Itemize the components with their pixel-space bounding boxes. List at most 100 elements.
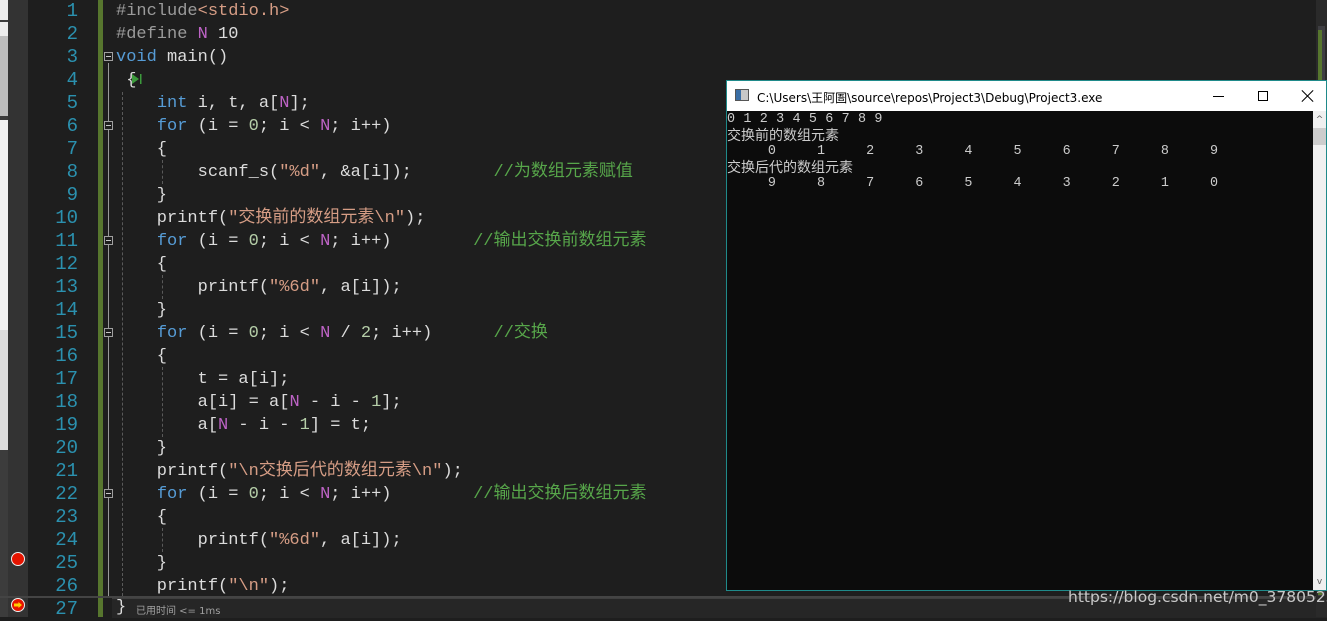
line-number: 3	[66, 46, 78, 68]
code-token: {	[116, 255, 168, 274]
code-token: 1	[371, 393, 382, 412]
code-token: "%d"	[279, 163, 321, 182]
line-number: 26	[55, 575, 78, 597]
code-line[interactable]: printf("%6d", a[i]);	[116, 529, 402, 552]
code-token: , a[i]);	[320, 278, 402, 297]
code-token: }	[116, 439, 168, 458]
minimize-button[interactable]	[1195, 81, 1241, 111]
line-number: 19	[55, 414, 78, 436]
code-token: );	[442, 462, 463, 481]
code-token: 0	[248, 117, 259, 136]
close-icon	[1302, 90, 1314, 102]
code-token: , a[i]);	[320, 531, 402, 550]
code-line[interactable]: void main()	[116, 46, 228, 69]
line-number: 1	[66, 0, 78, 22]
code-line[interactable]: int i, t, a[N];	[116, 92, 310, 115]
code-token: );	[269, 577, 290, 596]
console-window[interactable]: C:\Users\王阿圄\source\repos\Project3\Debug…	[726, 80, 1327, 591]
code-line[interactable]: for (i = 0; i < N; i++) //输出交换后数组元素	[116, 483, 647, 506]
toolbox-tab[interactable]	[0, 36, 8, 116]
code-token: //输出交换前数组元素	[473, 232, 647, 251]
code-line[interactable]: t = a[i];	[116, 368, 290, 391]
code-line[interactable]: {	[116, 345, 167, 368]
code-token: t = a[i];	[116, 370, 290, 389]
code-token: ; i <	[258, 324, 321, 343]
code-line[interactable]: printf("\n交换后代的数组元素\n");	[116, 460, 463, 483]
code-token: N	[197, 25, 208, 44]
line-number: 8	[66, 161, 78, 183]
code-line[interactable]: #define N 10	[116, 23, 238, 46]
close-button[interactable]	[1285, 81, 1327, 111]
code-line[interactable]: for (i = 0; i < N; i++) //输出交换前数组元素	[116, 230, 647, 253]
code-token: ; i <	[258, 232, 321, 251]
code-line[interactable]: {	[116, 253, 167, 276]
console-output[interactable]: 0 1 2 3 4 5 6 7 8 9 交换前的数组元素 0 1 2 3 4 5 …	[727, 111, 1313, 590]
code-token: 2	[360, 324, 372, 343]
code-line[interactable]: printf("%6d", a[i]);	[116, 276, 402, 299]
line-number: 20	[55, 437, 78, 459]
watermark: https://blog.csdn.net/m0_37805255	[1068, 588, 1327, 606]
breakpoint-icon[interactable]	[11, 552, 25, 566]
code-token: {	[116, 140, 168, 159]
code-line[interactable]: printf("交换前的数组元素\n");	[116, 207, 426, 230]
closing-brace: }	[116, 598, 127, 617]
code-token: <stdio.h>	[197, 2, 290, 21]
code-line[interactable]: for (i = 0; i < N / 2; i++) //交换	[116, 322, 548, 345]
scrollbar-thumb[interactable]	[1313, 128, 1326, 145]
toolbox-tab[interactable]	[0, 22, 8, 36]
line-number: 10	[55, 207, 78, 229]
line-number: 5	[66, 92, 78, 114]
code-line[interactable]: a[i] = a[N - i - 1];	[116, 391, 402, 414]
maximize-button[interactable]	[1240, 81, 1286, 111]
code-line[interactable]: }	[116, 552, 167, 575]
code-token: N	[320, 232, 331, 251]
collapse-icon[interactable]	[104, 328, 113, 337]
code-line[interactable]: }	[116, 437, 167, 460]
code-token: scanf_s(	[116, 163, 280, 182]
code-token: void	[116, 48, 157, 67]
line-number: 22	[55, 483, 78, 505]
line-number: 4	[66, 69, 78, 91]
console-scrollbar[interactable]: ^ v	[1313, 111, 1326, 590]
console-app-icon[interactable]	[735, 89, 749, 101]
console-title: C:\Users\王阿圄\source\repos\Project3\Debug…	[757, 91, 1103, 105]
collapse-icon[interactable]	[104, 121, 113, 130]
collapse-icon[interactable]	[104, 52, 113, 61]
maximize-icon	[1258, 91, 1268, 101]
current-statement-breakpoint-icon[interactable]	[11, 598, 25, 612]
code-token: printf(	[116, 577, 229, 596]
toolbox-tab[interactable]	[0, 120, 8, 330]
toolbox-tab[interactable]	[0, 330, 8, 450]
code-line[interactable]: {	[116, 506, 167, 529]
scroll-up-button[interactable]: ^	[1313, 111, 1326, 128]
code-line[interactable]: for (i = 0; i < N; i++)	[116, 115, 392, 138]
collapse-icon[interactable]	[104, 489, 113, 498]
line-number: 25	[55, 552, 78, 574]
code-token: N	[320, 324, 331, 343]
code-token: 0	[248, 485, 259, 504]
code-token: N	[320, 117, 331, 136]
code-token: "交换前的数组元素\n"	[228, 209, 406, 228]
code-token: for	[156, 485, 188, 504]
code-line[interactable]: }	[116, 184, 167, 207]
code-token: //为数组元素赋值	[493, 163, 633, 182]
console-title-bar[interactable]: C:\Users\王阿圄\source\repos\Project3\Debug…	[727, 81, 1326, 111]
code-token: ; i++)	[330, 485, 474, 504]
code-line[interactable]: {	[116, 138, 167, 161]
code-line[interactable]: a[N - i - 1] = t;	[116, 414, 371, 437]
line-number: 16	[55, 345, 78, 367]
line-number: 14	[55, 299, 78, 321]
code-line[interactable]: printf("\n");	[116, 575, 290, 598]
toolbox-tab[interactable]	[0, 0, 8, 20]
line-number: 27	[55, 598, 78, 620]
collapse-icon[interactable]	[104, 236, 113, 245]
code-token: , &a[i]);	[320, 163, 494, 182]
code-line[interactable]: scanf_s("%d", &a[i]); //为数组元素赋值	[116, 161, 633, 184]
code-token: - i -	[299, 393, 372, 412]
breakpoint-margin[interactable]	[8, 0, 28, 617]
code-line[interactable]: #include<stdio.h>	[116, 0, 289, 23]
code-line[interactable]: }	[116, 299, 167, 322]
run-to-click-icon[interactable]	[131, 73, 143, 85]
